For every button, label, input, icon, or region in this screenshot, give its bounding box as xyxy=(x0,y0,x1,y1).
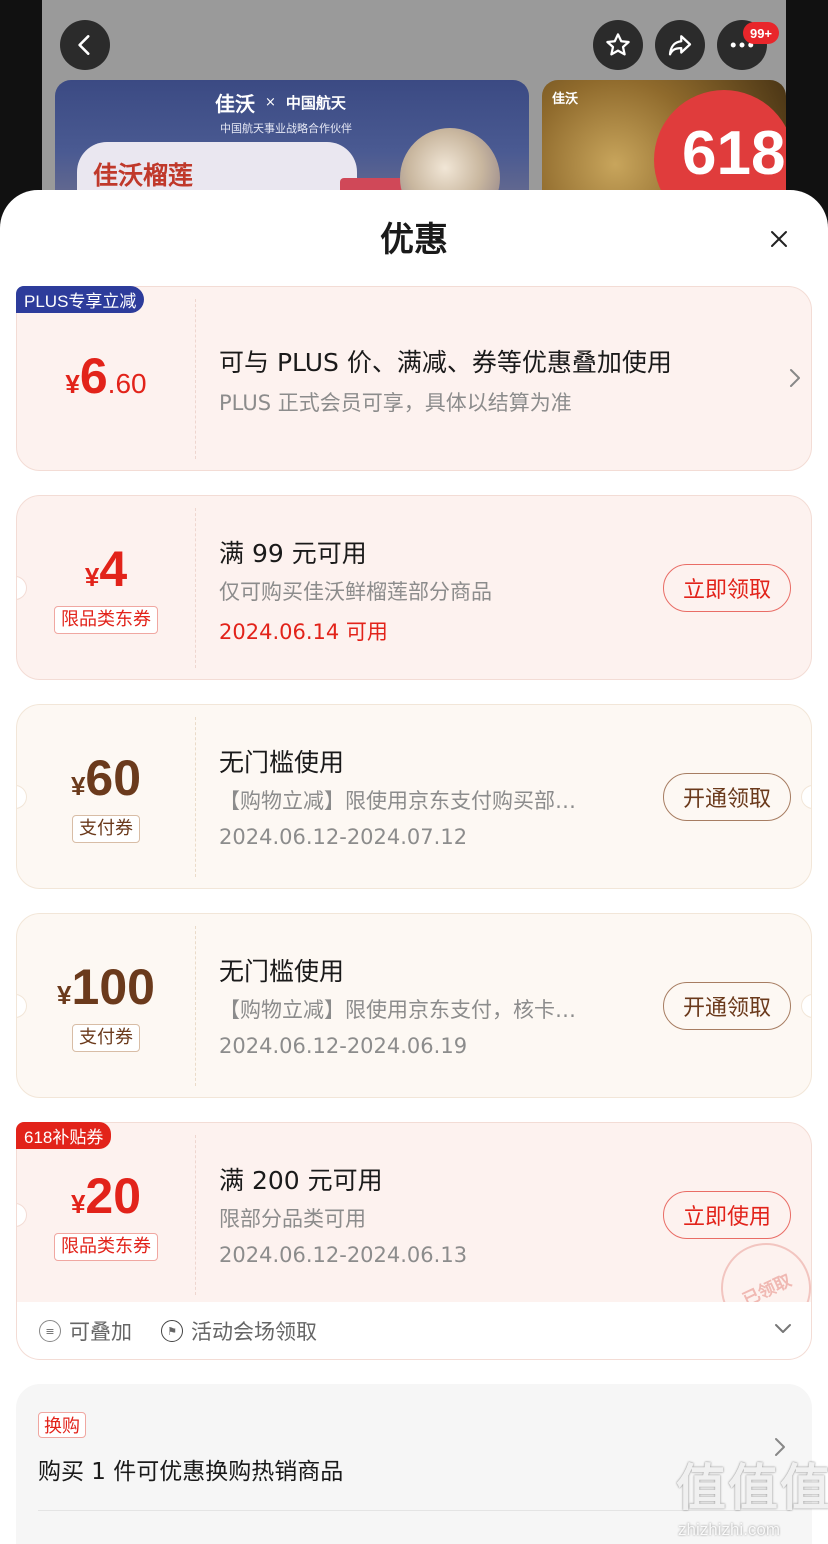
amount-integer: 6 xyxy=(79,348,108,404)
amount-integer: 100 xyxy=(71,959,155,1015)
use-now-button[interactable]: 立即使用 xyxy=(663,1191,791,1239)
partner-logo-text: 中国航天 xyxy=(285,94,346,112)
claim-now-button[interactable]: 立即领取 xyxy=(663,564,791,612)
banner-headline: 佳沃榴莲 xyxy=(93,161,194,190)
site-watermark: 值值值 zhizhizhi.com xyxy=(676,1448,828,1540)
coupon-divider xyxy=(195,508,196,668)
coupon-title: 无门槛使用 xyxy=(219,957,345,986)
amount-integer: 20 xyxy=(85,1168,142,1224)
swap-description: 购买 1 件可优惠换购热销商品 xyxy=(38,1459,344,1485)
coupon-amount: ¥6.60 xyxy=(17,347,195,405)
plus-corner-tag: PLUS专享立减 xyxy=(16,286,145,313)
flag-icon: ⚑ xyxy=(161,1320,183,1342)
coupon-card-618-20[interactable]: ¥20 限品类东券 满 200 元可用 限部分品类可用 2024.06.12-2… xyxy=(16,1122,812,1312)
coupon-divider xyxy=(195,299,196,459)
venue-label: 活动会场领取 xyxy=(191,1320,317,1344)
coupon-amount: ¥20 xyxy=(17,1167,195,1225)
amount-decimal: .60 xyxy=(107,368,147,399)
chevron-right-icon xyxy=(790,369,800,387)
banner-logo-row: 佳沃 × 中国航天 xyxy=(215,88,346,117)
currency-symbol: ¥ xyxy=(57,980,72,1010)
back-button[interactable] xyxy=(60,20,110,70)
currency-symbol: ¥ xyxy=(70,1189,86,1219)
coupon-type-label: 支付券 xyxy=(72,1024,140,1052)
activate-claim-button[interactable]: 开通领取 xyxy=(663,773,791,821)
coupon-card-jd-4[interactable]: ¥4 限品类东券 满 99 元可用 仅可购买佳沃鲜榴莲部分商品 2024.06.… xyxy=(16,495,812,680)
close-icon xyxy=(771,231,787,247)
coupon-desc: 仅可购买佳沃鲜榴莲部分商品 xyxy=(219,580,492,604)
swap-tag: 换购 xyxy=(38,1412,86,1438)
coupon-desc: 【购物立减】限使用京东支付购买部… xyxy=(219,789,576,813)
stackable-label: 可叠加 xyxy=(69,1320,132,1344)
coupon-date: 2024.06.14 可用 xyxy=(219,620,388,644)
amount-integer: 4 xyxy=(99,541,128,597)
sheet-title: 优惠 xyxy=(380,220,448,260)
share-button[interactable] xyxy=(655,20,705,70)
close-button[interactable] xyxy=(762,222,796,256)
coupon-notch-right xyxy=(801,785,811,809)
coupon-footer: ≡ 可叠加 ⚑ 活动会场领取 xyxy=(16,1302,812,1360)
logo-separator: × xyxy=(265,95,276,110)
coupon-date: 2024.06.12-2024.06.19 xyxy=(219,1034,468,1058)
chevron-left-icon xyxy=(78,35,90,55)
subsidy-corner-tag: 618补贴券 xyxy=(16,1122,112,1149)
amount-integer: 60 xyxy=(85,750,142,806)
currency-symbol: ¥ xyxy=(65,369,80,399)
message-count-badge: 99+ xyxy=(743,22,779,44)
currency-symbol: ¥ xyxy=(84,562,100,592)
share-icon xyxy=(668,35,692,56)
venue-note: ⚑ 活动会场领取 xyxy=(161,1316,317,1346)
stack-icon: ≡ xyxy=(39,1320,61,1342)
coupon-divider xyxy=(195,717,196,877)
coupon-amount: ¥4 xyxy=(17,540,195,598)
coupon-amount: ¥100 xyxy=(17,958,195,1016)
brand-logo-text: 佳沃 xyxy=(552,92,579,107)
coupon-type-tag: 支付券 xyxy=(17,1024,195,1052)
coupon-card-plus[interactable]: ¥6.60 可与 PLUS 价、满减、券等优惠叠加使用 PLUS 正式会员可享，… xyxy=(16,286,812,471)
coupon-card-pay-60[interactable]: ¥60 支付券 无门槛使用 【购物立减】限使用京东支付购买部… 2024.06.… xyxy=(16,704,812,889)
coupon-date: 2024.06.12-2024.06.13 xyxy=(219,1243,468,1267)
coupon-title: 可与 PLUS 价、满减、券等优惠叠加使用 xyxy=(219,348,672,377)
partner-subtitle: 中国航天事业战略合作伙伴 xyxy=(220,122,352,135)
currency-symbol: ¥ xyxy=(70,771,86,801)
coupon-notch-right xyxy=(801,994,811,1018)
coupon-type-tag: 支付券 xyxy=(17,815,195,843)
claimed-stamp: 已领取 xyxy=(706,1228,811,1311)
coupon-divider xyxy=(195,1135,196,1295)
coupon-desc: PLUS 正式会员可享，具体以结算为准 xyxy=(219,391,572,415)
watermark-logo: 值值值 xyxy=(676,1459,828,1517)
coupon-divider xyxy=(195,926,196,1086)
coupon-card-pay-100[interactable]: ¥100 支付券 无门槛使用 【购物立减】限使用京东支付，核卡… 2024.06… xyxy=(16,913,812,1098)
coupon-title: 无门槛使用 xyxy=(219,748,345,777)
discount-bottom-sheet: 优惠 ¥6.60 可与 PLUS 价、满减、券等优惠叠加使用 PLUS 正式会员… xyxy=(0,190,828,1544)
coupon-type-label: 限品类东券 xyxy=(54,1233,158,1261)
coupon-title: 满 99 元可用 xyxy=(219,539,367,568)
coupon-amount: ¥60 xyxy=(17,749,195,807)
favorite-button[interactable] xyxy=(593,20,643,70)
activate-claim-button[interactable]: 开通领取 xyxy=(663,982,791,1030)
coupon-type-label: 支付券 xyxy=(72,815,140,843)
promo-618-text: 618 xyxy=(682,119,786,188)
watermark-url: zhizhizhi.com xyxy=(678,1520,781,1539)
coupon-type-tag: 限品类东券 xyxy=(17,606,195,634)
coupon-desc: 【购物立减】限使用京东支付，核卡… xyxy=(219,998,576,1022)
coupon-type-label: 限品类东券 xyxy=(54,606,158,634)
coupon-date: 2024.06.12-2024.07.12 xyxy=(219,825,468,849)
chevron-down-icon[interactable] xyxy=(773,1322,793,1336)
stackable-note: ≡ 可叠加 xyxy=(39,1316,132,1346)
coupon-type-tag: 限品类东券 xyxy=(17,1233,195,1261)
coupon-desc: 限部分品类可用 xyxy=(219,1207,366,1231)
coupon-title: 满 200 元可用 xyxy=(219,1166,383,1195)
brand-logo-text: 佳沃 xyxy=(215,92,255,116)
star-icon xyxy=(606,33,630,56)
